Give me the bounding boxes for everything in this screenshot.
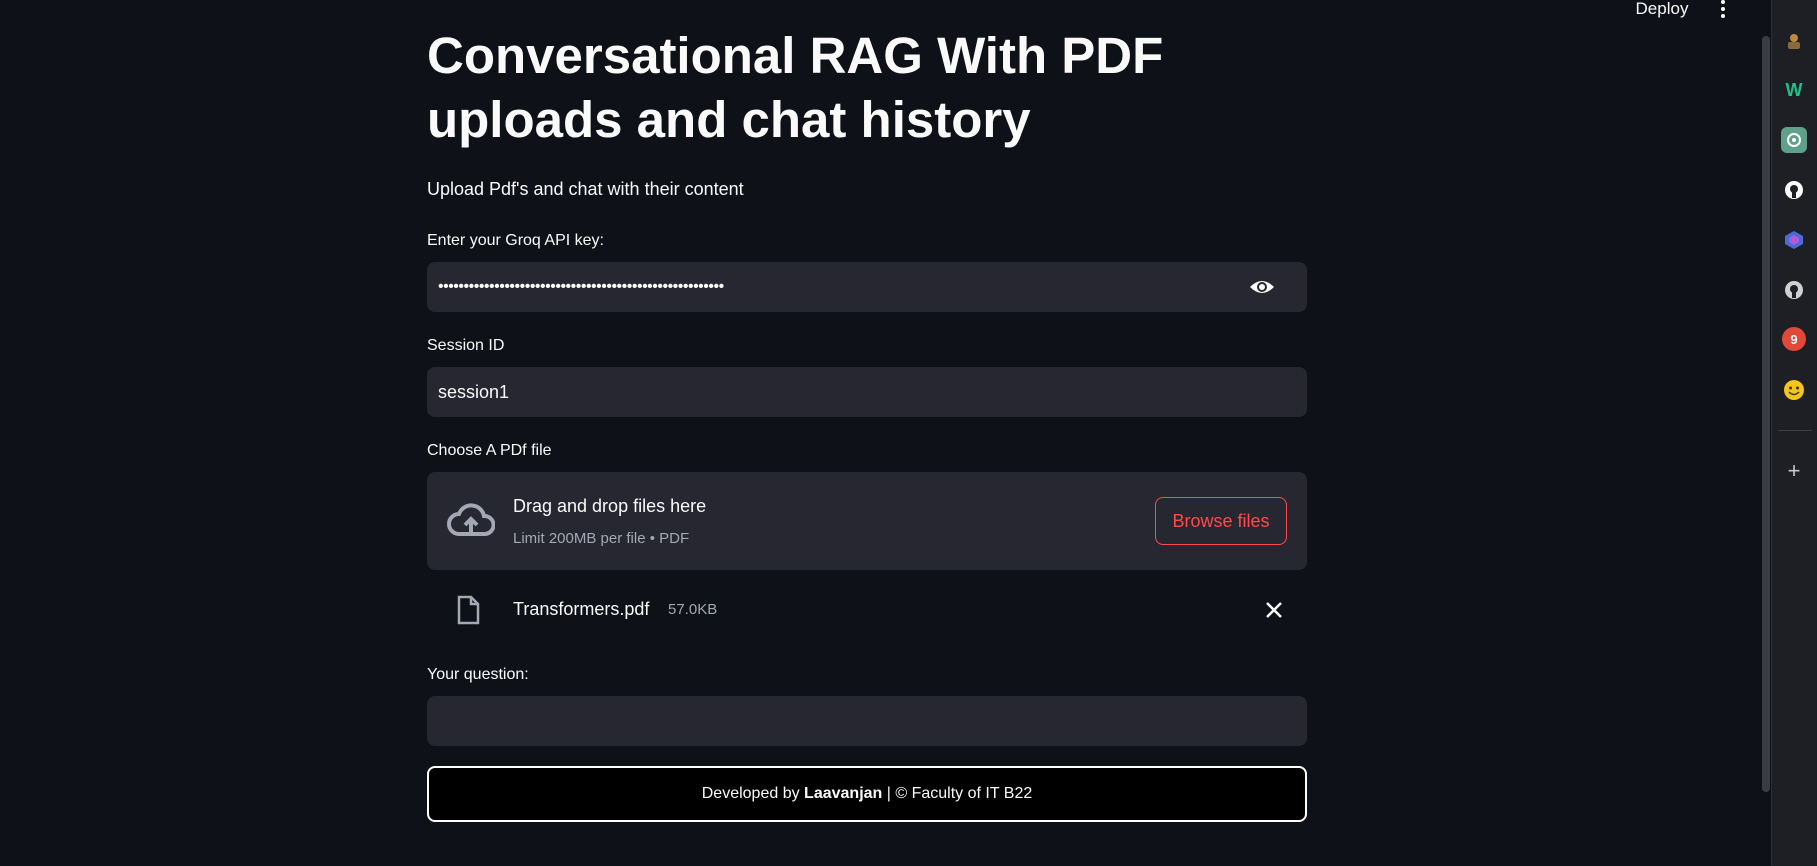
question-input[interactable] <box>427 696 1307 746</box>
deploy-button[interactable]: Deploy <box>1612 0 1712 18</box>
uploaded-file-size: 57.0KB <box>668 601 718 618</box>
uploaded-file-name: Transformers.pdf <box>513 599 650 619</box>
github-icon[interactable] <box>1781 277 1807 303</box>
api-key-input[interactable]: ••••••••••••••••••••••••••••••••••••••••… <box>427 262 1307 312</box>
hugging-face-icon[interactable] <box>1781 377 1807 403</box>
page-scrollbar[interactable] <box>1762 36 1770 792</box>
footer-suffix: | © Faculty of IT B22 <box>886 785 1033 802</box>
page-subtitle: Upload Pdf's and chat with their content <box>427 179 744 199</box>
session-id-value: session1 <box>438 382 510 402</box>
api-key-label: Enter your Groq API key: <box>427 232 604 249</box>
main-menu-icon[interactable] <box>1714 0 1732 18</box>
file-dropzone[interactable]: Drag and drop files here Limit 200MB per… <box>427 472 1307 570</box>
show-password-icon[interactable] <box>1249 275 1275 299</box>
github-icon[interactable] <box>1781 177 1807 203</box>
w-logo-icon[interactable]: W <box>1781 77 1807 103</box>
add-icon[interactable]: + <box>1781 458 1807 484</box>
file-uploader-label: Choose A PDf file <box>427 442 552 459</box>
page-title: Conversational RAG With PDF uploads and … <box>427 27 1164 148</box>
browser-side-panel: W 9 + <box>1771 0 1817 866</box>
side-panel-divider <box>1778 430 1812 431</box>
remove-file-icon[interactable] <box>1263 599 1285 621</box>
footer-credit: Developed by Laavanjan | © Faculty of IT… <box>427 766 1307 822</box>
footer-prefix: Developed by <box>701 785 800 802</box>
file-icon <box>457 595 480 625</box>
notification-icon[interactable]: 9 <box>1782 327 1806 351</box>
question-label: Your question: <box>427 666 529 683</box>
session-id-input[interactable]: session1 <box>427 367 1307 417</box>
browse-files-button[interactable]: Browse files <box>1155 497 1287 545</box>
dropzone-limit: Limit 200MB per file • PDF <box>513 530 690 547</box>
extension-icon[interactable] <box>1781 28 1807 54</box>
api-key-value: ••••••••••••••••••••••••••••••••••••••••… <box>438 278 724 295</box>
uploaded-file-row: Transformers.pdf 57.0KB <box>427 590 1307 630</box>
copilot-icon[interactable] <box>1781 227 1807 253</box>
footer-author: Laavanjan <box>804 785 883 802</box>
dropzone-instructions: Drag and drop files here <box>513 496 707 516</box>
session-id-label: Session ID <box>427 337 505 354</box>
cloud-upload-icon <box>447 503 495 536</box>
chatgpt-icon[interactable] <box>1781 127 1807 153</box>
